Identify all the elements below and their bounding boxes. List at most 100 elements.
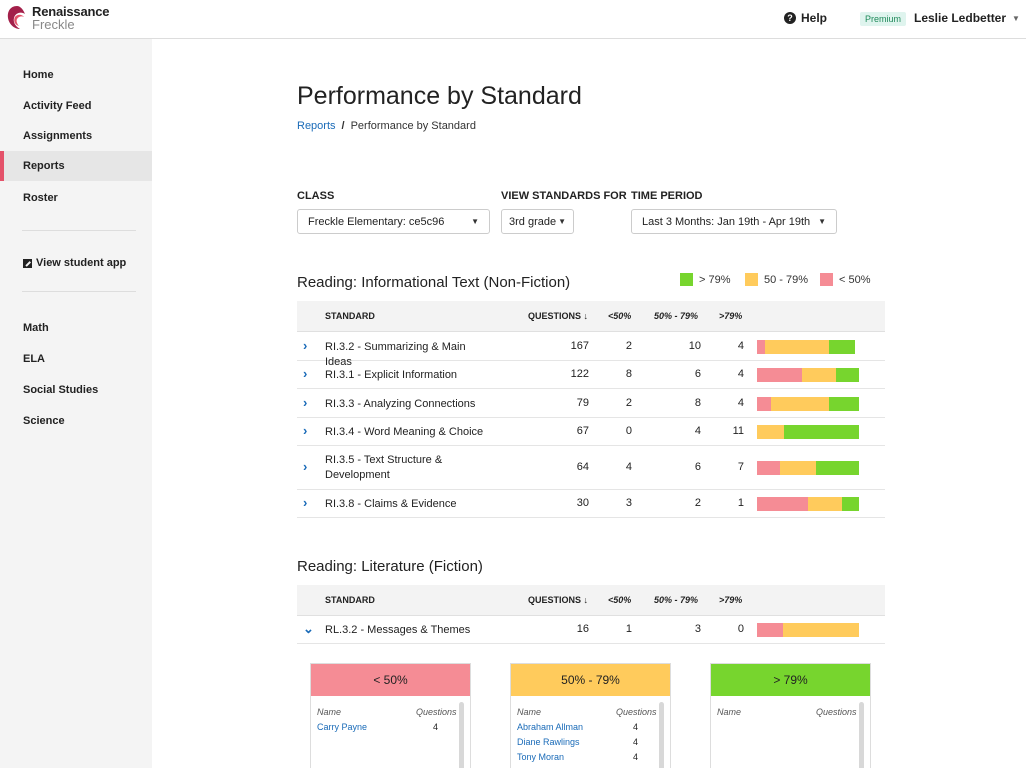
view-student-app-link[interactable]: View student app — [0, 248, 152, 278]
bar-segment-mid — [801, 368, 836, 382]
table-row[interactable]: › RI.3.8 - Claims & Evidence 30 3 2 1 — [297, 490, 885, 518]
standards-table-literature: STANDARD QUESTIONS ↓ <50% 50% - 79% >79% ⌄ RL.… — [297, 585, 885, 644]
mid-count: 6 — [694, 461, 701, 473]
sidebar-item-social-studies[interactable]: Social Studies — [0, 375, 152, 405]
help-icon: ? — [784, 12, 796, 24]
standard-name[interactable]: RI.3.1 - Explicit Information — [325, 368, 485, 383]
performance-bar — [757, 461, 859, 475]
premium-badge: Premium — [860, 12, 907, 26]
sidebar-item-home[interactable]: Home — [0, 60, 152, 90]
scrollbar[interactable] — [659, 702, 664, 768]
high-count: 7 — [737, 461, 744, 473]
table-row[interactable]: ⌄ RL.3.2 - Messages & Themes 16 1 3 0 — [297, 616, 885, 644]
col-header-questions: Questions — [416, 707, 457, 717]
legend-swatch-low — [820, 273, 833, 286]
student-name-link[interactable]: Tony Moran — [517, 752, 564, 762]
chevron-down-icon[interactable]: ⌄ — [303, 621, 314, 637]
standard-name[interactable]: RL.3.2 - Messages & Themes — [325, 623, 485, 638]
breadcrumb-reports-link[interactable]: Reports — [297, 120, 336, 132]
questions-count: 79 — [576, 396, 589, 409]
user-menu[interactable]: Leslie Ledbetter ▼ — [914, 11, 1020, 25]
time-period-select[interactable]: Last 3 Months: Jan 19th - Apr 19th ▼ — [631, 209, 837, 234]
sidebar-item-reports[interactable]: Reports — [0, 151, 152, 181]
card-title: 50% - 79% — [511, 664, 670, 696]
chevron-right-icon[interactable]: › — [303, 338, 307, 353]
col-header-questions[interactable]: QUESTIONS ↓ — [528, 311, 588, 321]
help-link[interactable]: ? Help — [784, 11, 827, 25]
high-count: 4 — [737, 368, 744, 380]
col-header-mid: 50% - 79% — [654, 311, 699, 321]
legend-high: > 79% — [680, 273, 731, 286]
col-header-name: Name — [717, 707, 742, 717]
col-header-low: <50% — [608, 311, 632, 321]
bar-segment-mid — [780, 461, 817, 475]
class-filter-label: CLASS — [297, 190, 335, 202]
chevron-right-icon[interactable]: › — [303, 366, 307, 381]
mid-count: 8 — [694, 396, 701, 409]
renaissance-logo-icon[interactable] — [5, 4, 29, 32]
high-count: 0 — [737, 623, 744, 635]
breadcrumb-separator: / — [341, 120, 345, 132]
standard-name[interactable]: RI.3.8 - Claims & Evidence — [325, 497, 485, 512]
grade-select[interactable]: 3rd grade ▼ — [501, 209, 574, 234]
student-name-link[interactable]: Carry Payne — [317, 722, 367, 732]
legend-mid: 50 - 79% — [745, 273, 808, 286]
sidebar-item-activity-feed[interactable]: Activity Feed — [0, 91, 152, 121]
sidebar-divider — [22, 291, 136, 292]
performance-bar — [757, 425, 859, 439]
chevron-right-icon[interactable]: › — [303, 459, 307, 474]
sidebar-item-math[interactable]: Math — [0, 313, 152, 343]
bar-segment-high — [829, 396, 859, 411]
performance-bar — [757, 396, 859, 411]
low-count: 3 — [625, 497, 632, 509]
sidebar-item-ela[interactable]: ELA — [0, 344, 152, 374]
bar-segment-low — [757, 497, 808, 511]
col-header-high: >79% — [719, 595, 743, 605]
sidebar-divider — [22, 230, 136, 231]
sidebar-item-assignments[interactable]: Assignments — [0, 121, 152, 151]
brand-product: Freckle — [32, 17, 75, 32]
standard-name[interactable]: RI.3.3 - Analyzing Connections — [325, 397, 485, 412]
standard-name[interactable]: RI.3.4 - Word Meaning & Choice — [325, 425, 485, 440]
class-select[interactable]: Freckle Elementary: ce5c96 ▼ — [297, 209, 490, 234]
sidebar-item-roster[interactable]: Roster — [0, 183, 152, 213]
table-row[interactable]: › RI.3.4 - Word Meaning & Choice 67 0 4 11 — [297, 418, 885, 446]
table-row[interactable]: › RI.3.3 - Analyzing Connections 79 2 8 4 — [297, 389, 885, 418]
scrollbar[interactable] — [459, 702, 464, 768]
high-count: 4 — [737, 339, 744, 352]
low-count: 4 — [625, 461, 632, 473]
low-count: 2 — [625, 339, 632, 352]
standards-table-informational: STANDARD QUESTIONS ↓ <50% 50% - 79% >79% › RI.… — [297, 301, 885, 518]
table-row[interactable]: › RI.3.2 - Summarizing & Main Ideas 167 2 10… — [297, 332, 885, 368]
top-bar: Renaissance Freckle ? Help Premium Lesli… — [0, 0, 1026, 39]
chevron-right-icon[interactable]: › — [303, 395, 307, 410]
chevron-down-icon: ▼ — [1012, 13, 1020, 23]
chevron-right-icon[interactable]: › — [303, 423, 307, 438]
bar-segment-mid — [757, 425, 784, 439]
col-header-questions[interactable]: QUESTIONS ↓ — [528, 595, 588, 605]
student-name-link[interactable]: Diane Rawlings — [517, 737, 580, 747]
card-body: Name Questions Carry Payne 4 — [311, 696, 470, 768]
class-select-value: Freckle Elementary: ce5c96 — [308, 215, 445, 228]
page-title: Performance by Standard — [297, 82, 582, 110]
col-header-name: Name — [317, 707, 342, 717]
questions-count: 16 — [576, 623, 589, 635]
section-title-informational: Reading: Informational Text (Non-Fiction… — [297, 274, 571, 291]
student-question-count: 4 — [633, 752, 639, 762]
chevron-right-icon[interactable]: › — [303, 495, 307, 510]
questions-count: 64 — [576, 461, 589, 473]
performance-bar — [757, 368, 859, 382]
mid-count: 6 — [694, 368, 701, 380]
legend-label-high: > 79% — [699, 273, 731, 286]
student-name-link[interactable]: Abraham Allman — [517, 722, 583, 732]
table-row[interactable]: › RI.3.1 - Explicit Information 122 8 6 4 — [297, 361, 885, 389]
bar-segment-mid — [765, 339, 830, 354]
sidebar-item-science[interactable]: Science — [0, 406, 152, 436]
table-row[interactable]: › RI.3.5 - Text Structure & Development 64… — [297, 446, 885, 490]
standard-name[interactable]: RI.3.5 - Text Structure & Development — [325, 453, 485, 483]
col-header-questions: Questions — [816, 707, 857, 717]
questions-count: 30 — [576, 497, 589, 509]
breadcrumb-current: Performance by Standard — [350, 120, 476, 132]
scrollbar[interactable] — [859, 702, 864, 768]
breadcrumb: Reports / Performance by Standard — [297, 120, 476, 132]
